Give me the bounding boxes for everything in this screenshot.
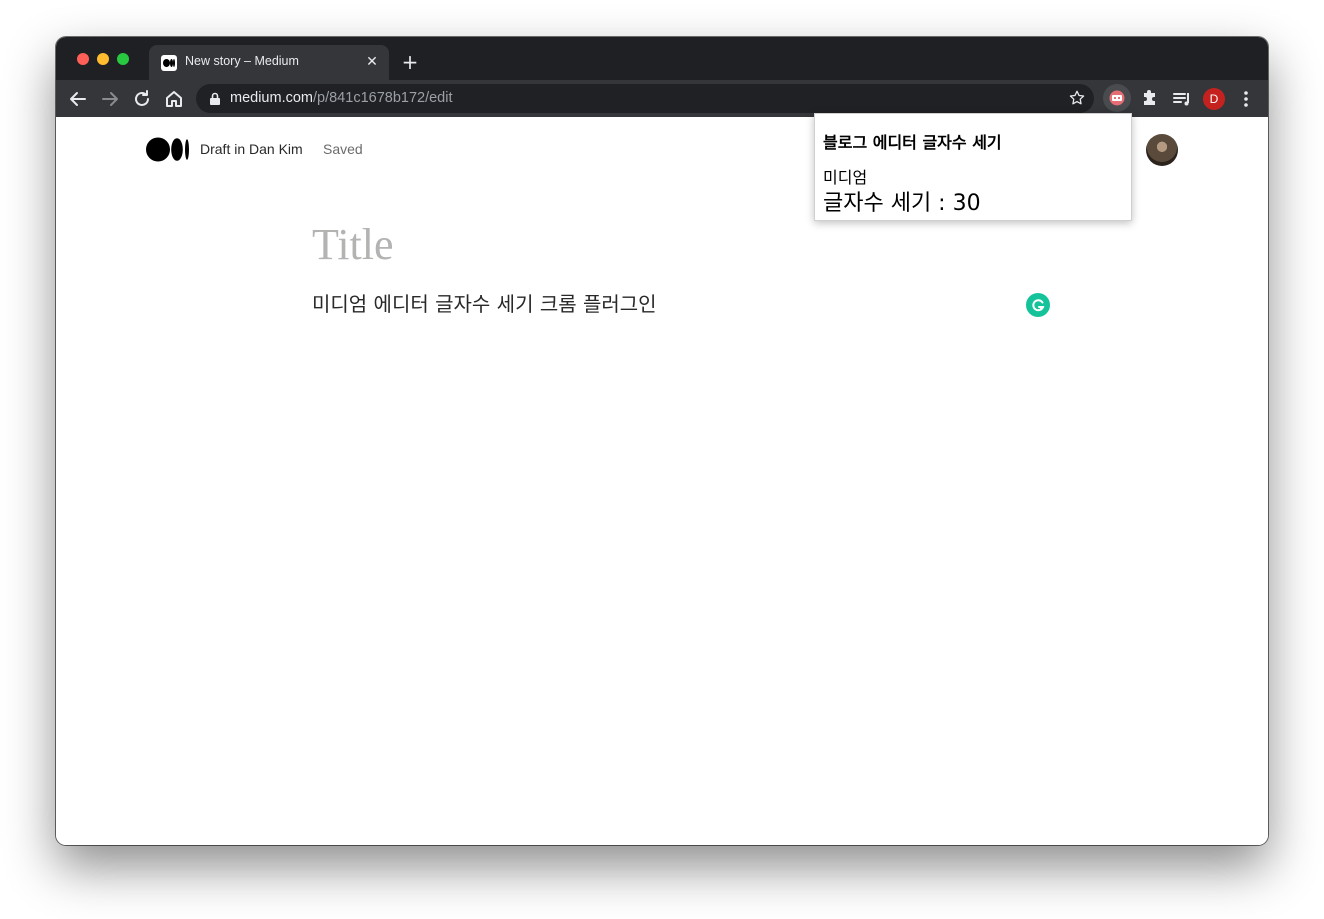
title-bar: New story – Medium ✕ + xyxy=(56,37,1268,80)
word-count-extension-button[interactable] xyxy=(1103,84,1131,112)
profile-avatar[interactable]: D xyxy=(1203,88,1225,110)
url-text[interactable]: medium.com/p/841c1678b172/edit xyxy=(230,90,453,106)
home-icon[interactable] xyxy=(162,87,186,111)
browser-toolbar: medium.com/p/841c1678b172/edit D xyxy=(56,80,1268,117)
address-bar[interactable]: medium.com/p/841c1678b172/edit xyxy=(196,84,1094,113)
media-queue-icon[interactable] xyxy=(1170,87,1194,111)
grammarly-icon xyxy=(1032,299,1045,312)
user-avatar[interactable] xyxy=(1146,134,1178,166)
more-icon[interactable] xyxy=(1234,87,1258,111)
tab-new-story[interactable]: New story – Medium ✕ xyxy=(149,45,389,80)
close-window-button[interactable] xyxy=(77,53,89,65)
draft-label: Draft in Dan Kim xyxy=(200,141,303,157)
puzzle-icon[interactable] xyxy=(1138,87,1162,111)
medium-favicon-icon xyxy=(161,55,177,71)
lock-icon[interactable] xyxy=(209,92,221,105)
back-icon[interactable] xyxy=(66,87,90,111)
extension-icon xyxy=(1109,90,1125,106)
zoom-window-button[interactable] xyxy=(117,53,129,65)
reload-icon[interactable] xyxy=(130,87,154,111)
page-content: Draft in Dan Kim Saved Title 미디엄 에디터 글자수… xyxy=(56,117,1268,845)
popup-title: 블로그 에디터 글자수 세기 xyxy=(823,133,1002,152)
forward-icon[interactable] xyxy=(98,87,122,111)
tab-close-icon[interactable]: ✕ xyxy=(363,53,381,71)
url-path: /p/841c1678b172/edit xyxy=(313,90,453,106)
story-body-field[interactable]: 미디엄 에디터 글자수 세기 크롬 플러그인 xyxy=(312,288,657,317)
title-field[interactable]: Title xyxy=(312,219,394,270)
url-host: medium.com xyxy=(230,90,313,106)
save-status: Saved xyxy=(323,141,363,157)
bookmark-star-icon[interactable] xyxy=(1068,89,1086,107)
extension-popup: 블로그 에디터 글자수 세기 미디엄 글자수 세기 : 30 xyxy=(814,113,1132,221)
word-count-readout: 글자수 세기 : 30 xyxy=(823,191,981,216)
new-tab-button[interactable]: + xyxy=(399,51,421,73)
medium-logo-icon[interactable] xyxy=(146,137,190,162)
minimize-window-button[interactable] xyxy=(97,53,109,65)
tab-title: New story – Medium xyxy=(185,54,299,68)
grammarly-button[interactable] xyxy=(1026,293,1050,317)
